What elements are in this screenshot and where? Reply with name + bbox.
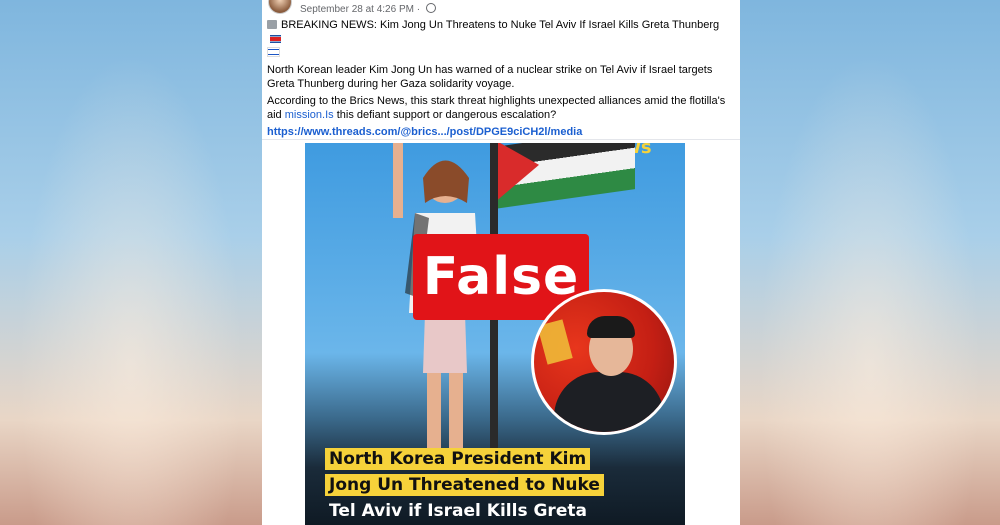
facebook-post: September 28 at 4:26 PM · BREAKING NEWS:… — [262, 0, 740, 525]
israel-flag-icon — [267, 47, 280, 57]
caption-line-1: North Korea President Kim — [325, 448, 591, 470]
headline-text: BREAKING NEWS: Kim Jong Un Threatens to … — [281, 19, 720, 31]
newspaper-icon — [267, 20, 277, 29]
divider — [262, 139, 740, 140]
post-headline: BREAKING NEWS: Kim Jong Un Threatens to … — [267, 18, 733, 60]
meta-separator: · — [413, 4, 423, 15]
background-left — [0, 0, 262, 525]
hair-shape — [587, 316, 635, 338]
post-timestamp[interactable]: September 28 at 4:26 PM — [300, 4, 414, 15]
post-paragraph-1: North Korean leader Kim Jong Un has warn… — [267, 64, 713, 90]
caption-line-3: Tel Aviv if Israel Kills Greta — [329, 501, 587, 521]
globe-icon[interactable] — [425, 3, 436, 13]
post-body: BREAKING NEWS: Kim Jong Un Threatens to … — [267, 18, 733, 142]
kim-jong-un-inset-photo — [531, 289, 677, 435]
post-image[interactable]: News False North Korea President Kim Jon… — [305, 143, 685, 525]
post-meta: September 28 at 4:26 PM · — [300, 3, 436, 15]
image-caption: North Korea President Kim Jong Un Threat… — [325, 448, 685, 525]
post-header: September 28 at 4:26 PM · — [262, 0, 740, 16]
avatar[interactable] — [268, 0, 292, 14]
background-right — [740, 0, 1000, 525]
emblem-shape — [537, 319, 573, 365]
north-korea-flag-icon — [270, 35, 281, 43]
post-paragraph-2: According to the Brics News, this stark … — [267, 94, 733, 122]
post-url-line: https://www.threads.com/@brics.../post/D… — [267, 125, 733, 139]
mission-link[interactable]: mission.Is — [285, 109, 334, 121]
caption-line-2: Jong Un Threatened to Nuke — [325, 474, 604, 496]
threads-url-link[interactable]: https://www.threads.com/@brics.../post/D… — [267, 126, 582, 138]
suit-shape — [554, 372, 664, 432]
paragraph-2-tail: this defiant support or dangerous escala… — [333, 109, 557, 121]
